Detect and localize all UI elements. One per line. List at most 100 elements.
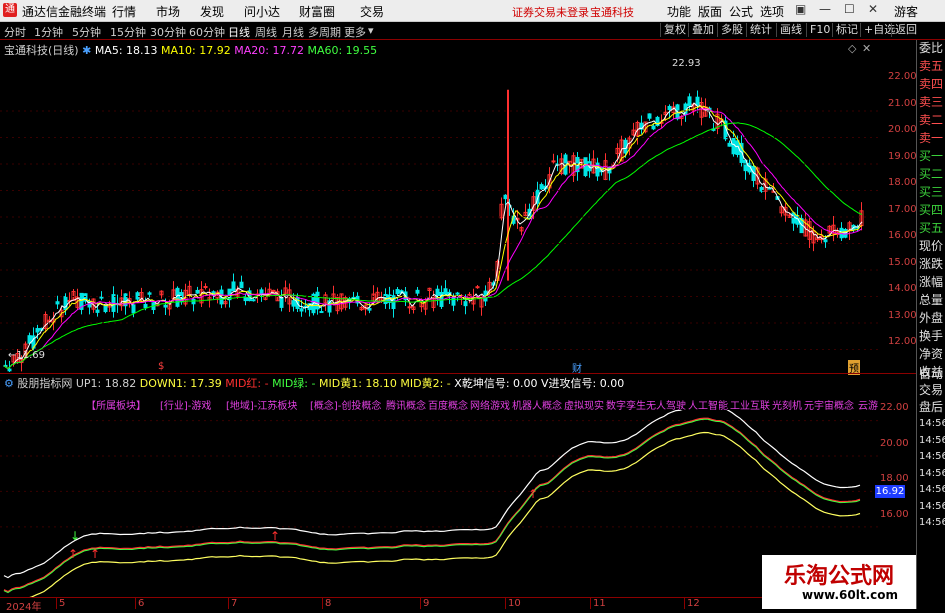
candle-body: [651, 125, 656, 130]
multi-stock-button[interactable]: 多股: [717, 23, 746, 37]
candle-body: [103, 304, 108, 313]
candle-body: [291, 300, 296, 307]
sidebar-item[interactable]: 交易: [919, 384, 943, 397]
upper-band-line: [3, 410, 861, 579]
price-tick: 18.00: [888, 177, 917, 188]
minimize-icon[interactable]: —: [819, 2, 831, 16]
watermark: 乐淘公式网 www.60lt.com: [762, 555, 916, 609]
statistics-button[interactable]: 统计: [746, 23, 775, 37]
price-tick: 15.00: [888, 256, 917, 268]
sidebar-item[interactable]: 卖二: [919, 114, 943, 127]
menu-options[interactable]: 选项: [760, 3, 784, 20]
overlay-button[interactable]: 叠加: [688, 23, 717, 37]
sidebar-item[interactable]: 14:56: [919, 467, 945, 480]
tab-daily[interactable]: 日线: [228, 24, 250, 40]
candle-body: [539, 184, 544, 190]
sidebar-item[interactable]: 卖三: [919, 96, 943, 109]
indicator-chart[interactable]: ↑ ↑ ↑ ↑ ↓: [0, 410, 878, 598]
tab-monthly[interactable]: 月线: [282, 24, 304, 40]
sidebar-item[interactable]: 卖五: [919, 60, 943, 73]
sidebar-item[interactable]: 买二: [919, 168, 943, 181]
sidebar-item[interactable]: 14:56: [919, 450, 945, 463]
menu-function[interactable]: 功能: [667, 3, 691, 20]
sidebar-item[interactable]: 买三: [919, 186, 943, 199]
tab-more[interactable]: 更多: [344, 24, 366, 40]
menu-ask[interactable]: 问小达: [244, 3, 280, 20]
kline-chart[interactable]: [0, 40, 916, 372]
sidebar-item[interactable]: 总量: [919, 294, 943, 307]
sidebar-item[interactable]: 换手: [919, 330, 943, 343]
tab-15min[interactable]: 15分钟: [110, 24, 146, 40]
adjust-button[interactable]: 复权: [660, 23, 689, 37]
sidebar-item[interactable]: 14:56: [919, 483, 945, 496]
candle-body: [503, 194, 508, 200]
sell-signal-arrow: ↓: [70, 529, 80, 543]
indicator-settings-icon[interactable]: ⚙: [4, 377, 14, 390]
back-button[interactable]: 返回: [891, 23, 920, 37]
menu-discover[interactable]: 发现: [200, 3, 224, 20]
time-axis: 2024年 5 6 7 8 9 10 11 12: [0, 597, 878, 613]
candle-body: [99, 296, 104, 299]
sidebar-item[interactable]: 卖四: [919, 78, 943, 91]
f10-button[interactable]: F10: [806, 23, 833, 37]
sidebar-item[interactable]: 现价: [919, 240, 943, 253]
sidebar-item[interactable]: 涨跌: [919, 258, 943, 271]
indicator-tick: 16.00: [880, 508, 909, 520]
menu-wealth[interactable]: 财富圈: [299, 3, 335, 20]
chevron-down-icon[interactable]: ▾: [368, 24, 374, 37]
candle-body: [143, 303, 148, 308]
draw-line-button[interactable]: 画线: [776, 23, 805, 37]
price-tick: 17.00: [888, 203, 917, 215]
sidebar-item[interactable]: 外盘: [919, 312, 943, 325]
sidebar-item[interactable]: 涨幅: [919, 276, 943, 289]
sidebar-item[interactable]: 卖一: [919, 132, 943, 145]
price-tick: 22.00: [888, 71, 917, 82]
indicator-name[interactable]: 股朋指标网: [17, 377, 72, 390]
watermark-title: 乐淘公式网: [784, 564, 895, 589]
time-label: 12: [684, 598, 700, 609]
price-tick: 16.00: [888, 230, 917, 241]
tab-5min[interactable]: 5分钟: [72, 24, 101, 40]
event-marker-dollar[interactable]: $: [158, 361, 164, 372]
sidebar-item[interactable]: 14:56: [919, 516, 945, 529]
sub-legend: ⚙ 股朋指标网 UP1: 18.82 DOWN1: 17.39 MID红: - …: [4, 375, 624, 391]
sidebar-item[interactable]: 14:56: [919, 417, 945, 430]
menu-layout[interactable]: 版面: [698, 3, 722, 20]
tab-1min[interactable]: 1分钟: [34, 24, 63, 40]
sidebar-item[interactable]: 买一: [919, 150, 943, 163]
tab-intraday[interactable]: 分时: [4, 24, 26, 40]
tab-weekly[interactable]: 周线: [255, 24, 277, 40]
price-tick: 14.00: [888, 283, 917, 294]
candle-body: [551, 160, 556, 163]
price-tick: 19.00: [888, 150, 917, 162]
guest-label[interactable]: 游客: [894, 3, 918, 20]
candle-body: [251, 299, 256, 302]
maximize-icon[interactable]: ☐: [844, 2, 855, 16]
menu-formula[interactable]: 公式: [729, 3, 753, 20]
menu-quotes[interactable]: 行情: [112, 3, 136, 20]
sidebar-item[interactable]: 盘后: [919, 400, 943, 414]
indicator-tick: 22.00: [880, 402, 909, 413]
ma60-line: [3, 122, 863, 370]
candle-body: [695, 96, 700, 106]
tab-30min[interactable]: 30分钟: [150, 24, 186, 40]
sidebar-item[interactable]: 14:56: [919, 434, 945, 447]
close-icon[interactable]: ✕: [868, 2, 878, 16]
sidebar-item[interactable]: 自动: [919, 367, 943, 381]
mark-button[interactable]: 标记: [832, 23, 861, 37]
tab-60min[interactable]: 60分钟: [189, 24, 225, 40]
sidebar-item[interactable]: 14:56: [919, 500, 945, 513]
restore-icon[interactable]: ▣: [795, 2, 806, 16]
indicator-tick: 20.00: [880, 437, 909, 449]
menu-trade[interactable]: 交易: [360, 3, 384, 20]
lower-band-line: [26, 431, 861, 598]
app-title: 通达信金融终端: [22, 5, 107, 19]
menu-market[interactable]: 市场: [156, 3, 180, 20]
trade-login-notice[interactable]: 证券交易未登录: [512, 4, 589, 20]
sidebar-item[interactable]: 委比: [919, 42, 943, 55]
sidebar-item[interactable]: 买五: [919, 222, 943, 235]
sidebar-item[interactable]: 买四: [919, 204, 943, 217]
tab-multi-period[interactable]: 多周期: [308, 24, 341, 40]
sidebar-item[interactable]: 净资: [919, 348, 943, 361]
candle-body: [175, 287, 180, 307]
